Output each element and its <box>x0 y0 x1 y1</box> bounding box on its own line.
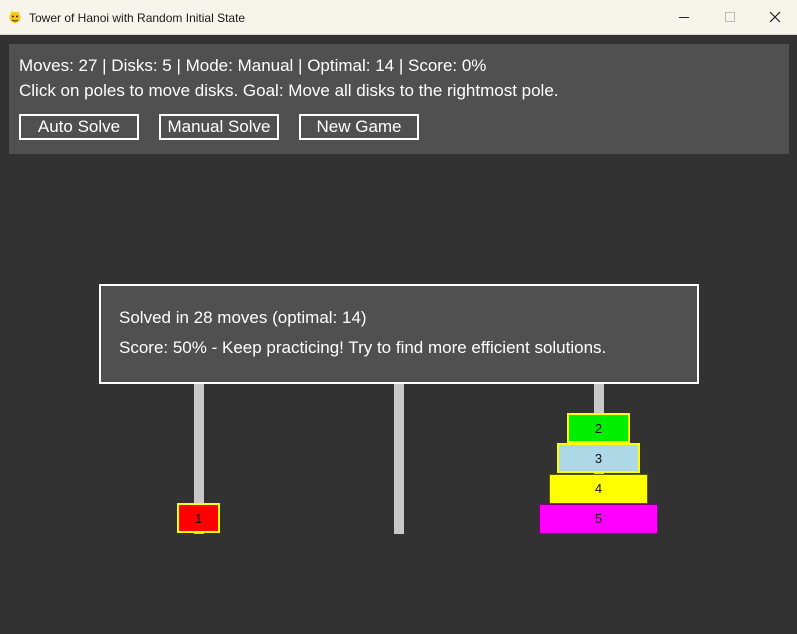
solved-dialog: Solved in 28 moves (optimal: 14) Score: … <box>99 284 699 384</box>
maximize-button[interactable] <box>708 0 754 34</box>
instructions: Click on poles to move disks. Goal: Move… <box>19 81 559 100</box>
pole-middle[interactable] <box>394 384 404 534</box>
python-pygame-icon <box>8 10 22 24</box>
window-title: Tower of Hanoi with Random Initial State <box>29 11 246 25</box>
auto-solve-button[interactable]: Auto Solve <box>19 114 139 140</box>
game-stats: Moves: 27 | Disks: 5 | Mode: Manual | Op… <box>19 56 487 75</box>
close-icon <box>769 11 781 23</box>
disk-5[interactable]: 5 <box>539 504 658 534</box>
score-message: Score: 50% - Keep practicing! Try to fin… <box>119 338 607 357</box>
minimize-icon <box>679 17 689 18</box>
maximize-icon <box>725 12 735 22</box>
minimize-button[interactable] <box>662 0 708 34</box>
window-titlebar: Tower of Hanoi with Random Initial State <box>0 0 797 35</box>
disk-3[interactable]: 3 <box>557 443 640 473</box>
disk-4[interactable]: 4 <box>549 474 648 504</box>
close-button[interactable] <box>753 0 797 34</box>
info-panel: Moves: 27 | Disks: 5 | Mode: Manual | Op… <box>9 44 789 154</box>
manual-solve-button[interactable]: Manual Solve <box>159 114 279 140</box>
disk-2[interactable]: 2 <box>567 413 630 443</box>
disk-1[interactable]: 1 <box>177 503 220 533</box>
new-game-button[interactable]: New Game <box>299 114 419 140</box>
solved-message: Solved in 28 moves (optimal: 14) <box>119 308 367 327</box>
